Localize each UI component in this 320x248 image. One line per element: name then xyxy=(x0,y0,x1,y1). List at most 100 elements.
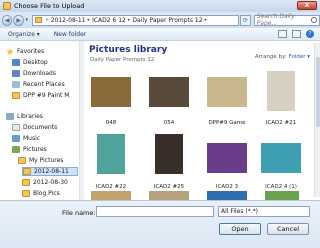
sidebar-item-label: Blog Pics xyxy=(33,190,60,197)
image-thumbnail xyxy=(207,191,247,200)
chevron-right-icon: ▸ xyxy=(127,17,131,23)
file-type-select[interactable]: All Files (*.*) xyxy=(218,206,310,217)
search-icon xyxy=(311,17,317,23)
file-name: DPP#9 Game xyxy=(208,120,246,126)
organize-menu[interactable]: Organize ▾ xyxy=(8,31,40,38)
image-thumbnail xyxy=(91,191,131,200)
sidebar-scrollbar[interactable] xyxy=(79,41,84,200)
file-name: 054 xyxy=(163,120,175,126)
search-placeholder: Search Daily Pape... xyxy=(256,13,295,27)
sidebar-item-label: 2012-08-11 xyxy=(34,168,69,175)
window-title: Choose File to Upload xyxy=(14,2,85,10)
image-thumbnail xyxy=(149,191,189,200)
cancel-button[interactable]: Cancel xyxy=(267,223,309,235)
sidebar-item-label: Music xyxy=(23,135,41,142)
sidebar-item-libraries[interactable]: Libraries xyxy=(6,112,43,121)
sidebar-item-label: Downloads xyxy=(23,70,56,77)
file-name: ICAD2 #25 xyxy=(153,184,185,190)
file-name: ICAD2 3 xyxy=(215,184,239,190)
file-name: ICAD2 4 (1) xyxy=(265,184,297,190)
folder-icon xyxy=(23,168,31,175)
file-list-pane: Pictures library Daily Paper Prompts 12 … xyxy=(85,41,320,200)
sidebar-item-label: Documents xyxy=(23,124,58,131)
help-icon[interactable]: ? xyxy=(306,30,314,38)
search-input[interactable]: Search Daily Pape... xyxy=(253,13,320,27)
desktop-icon xyxy=(12,59,20,66)
page-title: Pictures library xyxy=(89,45,168,55)
address-bar: ◀ ▶ ▾ » 2012-08-11 ▸ ICAD2 6 12 ▸ Daily … xyxy=(0,12,320,28)
view-options-icon[interactable] xyxy=(278,30,287,38)
sidebar-item-documents[interactable]: Documents xyxy=(12,123,57,132)
arrange-by-dropdown[interactable]: Folder ▾ xyxy=(288,54,310,60)
open-button[interactable]: Open xyxy=(219,223,261,235)
breadcrumb-item[interactable]: 2012-08-11 xyxy=(51,17,86,24)
arrange-by-label: Arrange by: xyxy=(254,54,287,60)
sidebar-item-label: 2012-08-30 xyxy=(33,179,68,186)
sidebar-item-favorites[interactable]: Favorites xyxy=(6,47,44,56)
downloads-icon xyxy=(12,70,20,77)
history-dropdown-icon[interactable]: ▾ xyxy=(24,15,30,25)
sidebar-item-label: Recent Places xyxy=(23,81,65,88)
image-thumbnail xyxy=(149,77,189,107)
breadcrumb[interactable]: » 2012-08-11 ▸ ICAD2 6 12 ▸ Daily Paper … xyxy=(31,14,240,26)
folder-icon xyxy=(3,2,11,10)
refresh-button[interactable]: ⟳ xyxy=(240,14,251,26)
sidebar-item-blog-pics[interactable]: Blog Pics xyxy=(22,189,60,198)
folder-icon xyxy=(34,17,42,23)
image-thumbnail xyxy=(155,134,183,174)
arrange-by: Arrange by: Folder ▾ xyxy=(255,54,310,60)
breadcrumb-item[interactable]: Daily Paper Prompts 12 xyxy=(132,17,202,24)
file-name-input[interactable] xyxy=(96,206,214,217)
sidebar-item-label: Favorites xyxy=(17,48,45,55)
toolbar: Organize ▾ New folder ? xyxy=(0,28,320,41)
back-button[interactable]: ◀ xyxy=(2,14,13,26)
sidebar-item-music[interactable]: Music xyxy=(12,134,40,143)
file-name: ICAD2 #21 xyxy=(265,120,297,126)
breadcrumb-item[interactable]: ICAD2 6 12 xyxy=(92,17,126,24)
preview-pane-icon[interactable] xyxy=(292,30,301,38)
new-folder-button[interactable]: New folder xyxy=(54,31,86,38)
sidebar-item-2012-08-30[interactable]: 2012-08-30 xyxy=(22,178,68,187)
sidebar-item-label: My Pictures xyxy=(29,157,64,164)
sidebar-item-2012-08-11[interactable]: 2012-08-11 xyxy=(22,167,78,176)
sidebar-item-recent-places[interactable]: Recent Places xyxy=(12,80,65,89)
pictures-icon xyxy=(12,146,20,153)
image-thumbnail xyxy=(207,77,247,107)
libraries-icon xyxy=(6,113,14,120)
folder-icon xyxy=(12,92,20,99)
chevron-right-icon: ▸ xyxy=(87,17,91,23)
sidebar-item-label: Libraries xyxy=(17,113,43,120)
page-subtitle: Daily Paper Prompts 12 xyxy=(90,57,155,63)
file-name: 048 xyxy=(105,120,117,126)
chevron-right-icon: » xyxy=(45,17,49,23)
folder-icon xyxy=(22,179,30,186)
sidebar-item-label: Pictures xyxy=(23,146,47,153)
music-icon xyxy=(12,135,20,142)
documents-icon xyxy=(12,124,20,131)
folder-icon xyxy=(22,190,30,197)
folder-icon xyxy=(18,157,26,164)
image-thumbnail xyxy=(267,71,295,111)
dialog-footer: File name: All Files (*.*) Open Cancel xyxy=(0,200,320,248)
sidebar-item-label: Desktop xyxy=(23,59,48,66)
star-icon xyxy=(6,48,14,55)
chevron-right-icon: ▸ xyxy=(204,17,208,23)
image-thumbnail xyxy=(91,77,131,107)
file-type-value: All Files (*.*) xyxy=(221,208,259,215)
forward-button[interactable]: ▶ xyxy=(13,14,24,26)
sidebar-item-dpp9[interactable]: DPP #9 Paint M xyxy=(12,91,69,100)
sidebar-item-pictures[interactable]: Pictures xyxy=(12,145,47,154)
sidebar-item-my-pictures[interactable]: My Pictures xyxy=(18,156,63,165)
file-name-label: File name: xyxy=(62,209,96,217)
image-thumbnail xyxy=(261,143,301,173)
recent-places-icon xyxy=(12,81,20,88)
image-thumbnail xyxy=(265,191,299,200)
image-thumbnail xyxy=(207,143,247,173)
close-button[interactable]: X xyxy=(297,1,317,10)
scrollbar-thumb[interactable] xyxy=(316,57,320,127)
sidebar-item-desktop[interactable]: Desktop xyxy=(12,58,48,67)
navigation-pane: Favorites Desktop Downloads Recent Place… xyxy=(0,41,84,200)
sidebar-item-downloads[interactable]: Downloads xyxy=(12,69,56,78)
title-bar: Choose File to Upload X xyxy=(0,0,320,12)
file-list-scrollbar[interactable] xyxy=(314,43,320,197)
